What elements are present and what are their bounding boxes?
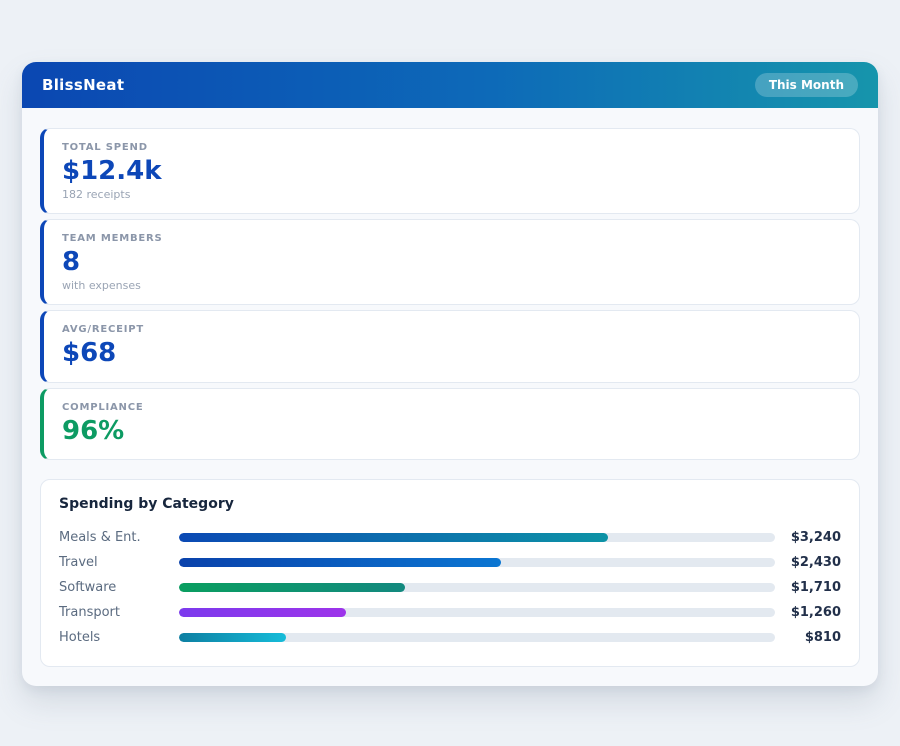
bar-track [179, 608, 775, 617]
spending-by-category-card: Spending by Category Meals & Ent. $3,240… [40, 479, 860, 667]
bar-track [179, 558, 775, 567]
bar-fill [179, 558, 501, 567]
app-title: BlissNeat [42, 76, 124, 94]
stat-value: 96% [62, 416, 841, 447]
chart-row-travel: Travel $2,430 [59, 550, 841, 575]
chart-row-value: $810 [775, 630, 841, 645]
stat-label: TOTAL SPEND [62, 142, 841, 153]
stat-value: $68 [62, 338, 841, 369]
stat-label: TEAM MEMBERS [62, 233, 841, 244]
chart-row-meals: Meals & Ent. $3,240 [59, 525, 841, 550]
bar-fill [179, 633, 286, 642]
bar-fill [179, 608, 346, 617]
chart-title: Spending by Category [59, 496, 841, 512]
chart-row-label: Software [59, 580, 179, 595]
chart-row-hotels: Hotels $810 [59, 625, 841, 650]
stat-subtext: 182 receipts [62, 188, 841, 201]
chart-row-software: Software $1,710 [59, 575, 841, 600]
chart-row-label: Meals & Ent. [59, 530, 179, 545]
bar-fill [179, 533, 608, 542]
stat-value: 8 [62, 247, 841, 278]
period-badge[interactable]: This Month [755, 73, 858, 97]
stat-label: AVG/RECEIPT [62, 324, 841, 335]
stat-card-compliance: COMPLIANCE 96% [40, 388, 860, 460]
bar-track [179, 533, 775, 542]
chart-row-label: Transport [59, 605, 179, 620]
app-body: TOTAL SPEND $12.4k 182 receipts TEAM MEM… [22, 108, 878, 685]
chart-row-value: $1,710 [775, 580, 841, 595]
stat-value: $12.4k [62, 156, 841, 187]
stat-label: COMPLIANCE [62, 402, 841, 413]
stat-card-avg-receipt: AVG/RECEIPT $68 [40, 310, 860, 382]
chart-row-value: $1,260 [775, 605, 841, 620]
chart-row-value: $2,430 [775, 555, 841, 570]
chart-row-label: Travel [59, 555, 179, 570]
bar-track [179, 583, 775, 592]
stat-card-total-spend: TOTAL SPEND $12.4k 182 receipts [40, 128, 860, 214]
expense-dashboard-card: BlissNeat This Month TOTAL SPEND $12.4k … [22, 62, 878, 686]
chart-row-label: Hotels [59, 630, 179, 645]
stat-card-team-members: TEAM MEMBERS 8 with expenses [40, 219, 860, 305]
bar-track [179, 633, 775, 642]
bar-fill [179, 583, 405, 592]
stat-subtext: with expenses [62, 279, 841, 292]
app-header: BlissNeat This Month [22, 62, 878, 108]
chart-row-value: $3,240 [775, 530, 841, 545]
chart-row-transport: Transport $1,260 [59, 600, 841, 625]
